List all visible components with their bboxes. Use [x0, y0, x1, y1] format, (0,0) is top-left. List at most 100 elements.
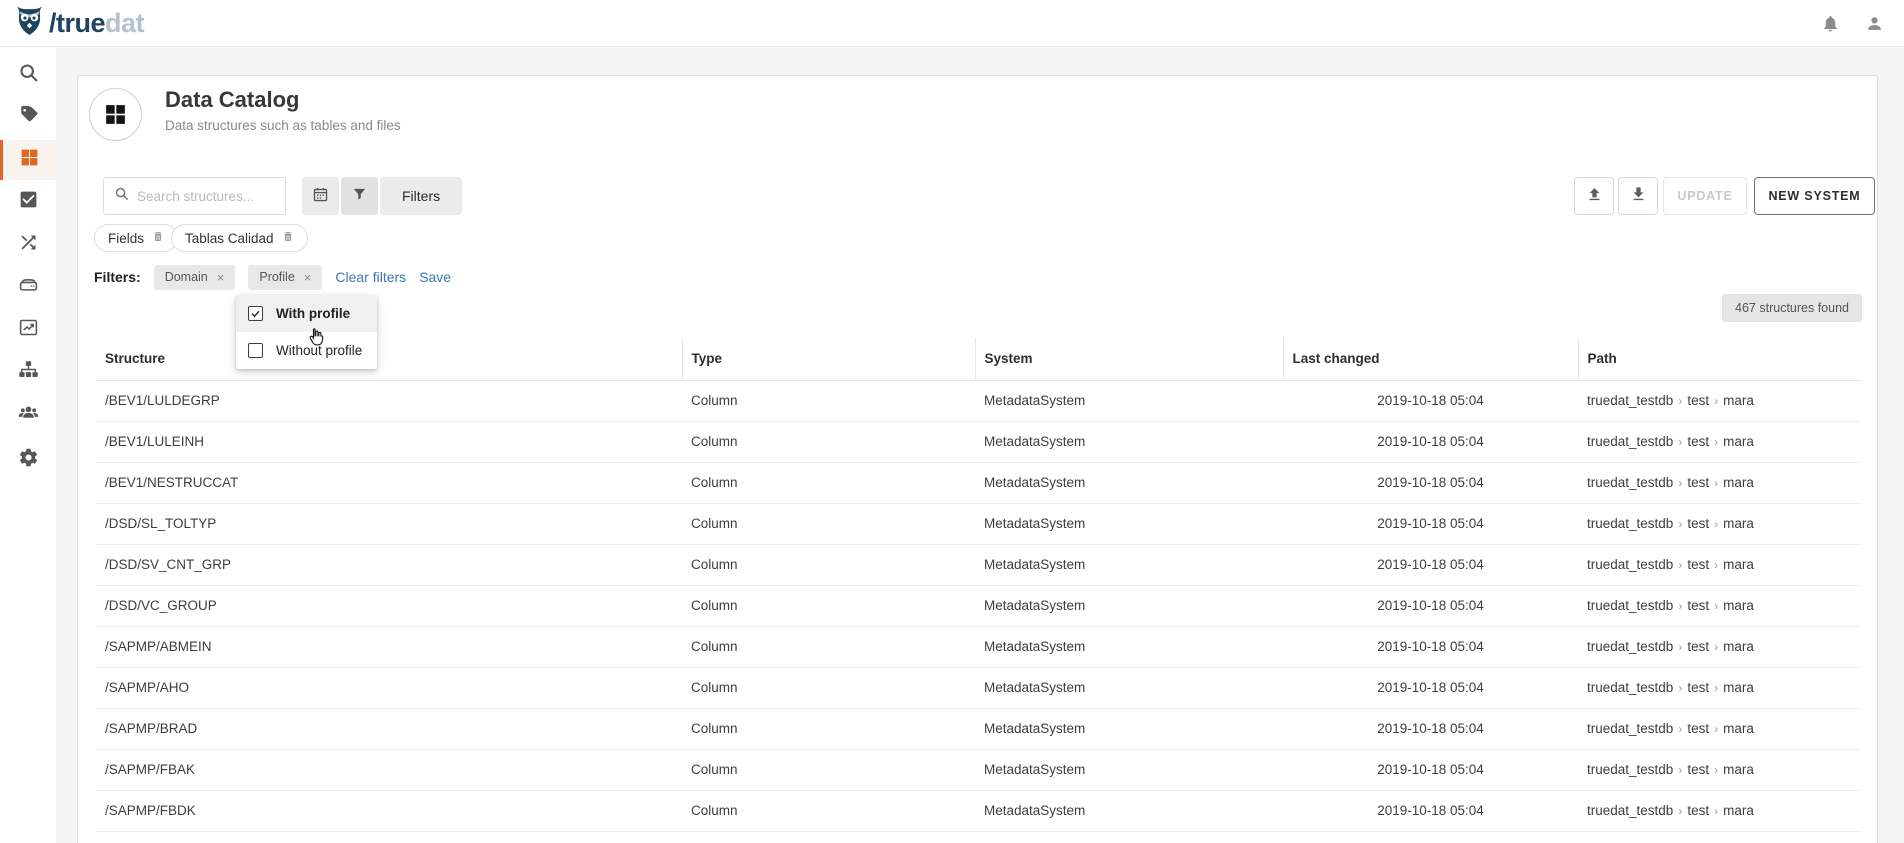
cell-path: truedat_testdb›test›mara [1578, 626, 1861, 667]
table-row[interactable]: /BEV1/NESTRUCCAT Column MetadataSystem 2… [96, 462, 1861, 503]
table-row[interactable]: /SAPMP/AHO Column MetadataSystem 2019-10… [96, 667, 1861, 708]
cell-path: truedat_testdb›test›mara [1578, 544, 1861, 585]
search-box [103, 177, 286, 215]
cell-structure: /SAPMP/BRAD [96, 708, 682, 749]
dropdown-option-without-profile[interactable]: Without profile [236, 332, 377, 369]
table-row[interactable]: /DSD/SV_CNT_GRP Column MetadataSystem 20… [96, 544, 1861, 585]
filter-funnel-button[interactable] [341, 177, 378, 215]
cell-path: truedat_testdb›test›mara [1578, 708, 1861, 749]
shuffle-icon [18, 232, 39, 258]
cell-last-changed: 2019-10-18 05:04 [1283, 380, 1578, 421]
cell-system: MetadataSystem [975, 790, 1283, 831]
tags-icon [18, 104, 39, 130]
user-icon[interactable] [1865, 14, 1884, 33]
cell-path: truedat_testdb›test›mara [1578, 421, 1861, 462]
chart-icon [18, 317, 39, 343]
upload-button[interactable] [1574, 177, 1614, 215]
cell-last-changed: 2019-10-18 05:04 [1283, 667, 1578, 708]
table-row[interactable]: /BEV1/LULDEGRP Column MetadataSystem 201… [96, 380, 1861, 421]
cell-path: truedat_testdb›test›mara [1578, 585, 1861, 626]
checkbox-checked-icon[interactable] [248, 306, 263, 321]
cell-last-changed: 2019-10-18 05:04 [1283, 421, 1578, 462]
dropdown-option-with-profile[interactable]: With profile [236, 295, 377, 332]
cell-path: truedat_testdb›test›mara [1578, 462, 1861, 503]
sidebar-item-users[interactable] [0, 395, 56, 435]
server-icon [18, 275, 39, 301]
sidebar-item-taxonomy[interactable] [0, 352, 56, 392]
cell-type: Column [682, 667, 975, 708]
sidebar-item-tags[interactable] [0, 97, 56, 137]
chip-label: Fields [108, 231, 144, 246]
table-row[interactable]: /SAPMP/BRAD Column MetadataSystem 2019-1… [96, 708, 1861, 749]
cell-structure: /SAPMP/ABMEIN [96, 626, 682, 667]
sidebar-item-search[interactable] [0, 55, 56, 95]
chip-label: Tablas Calidad [185, 231, 274, 246]
cell-system: MetadataSystem [975, 421, 1283, 462]
cell-last-changed: 2019-10-18 05:04 [1283, 790, 1578, 831]
table-row[interactable]: /DSD/VC_GROUP Column MetadataSystem 2019… [96, 585, 1861, 626]
cell-system: MetadataSystem [975, 503, 1283, 544]
profile-filter-dropdown: With profile Without profile [236, 295, 377, 369]
download-button[interactable] [1618, 177, 1658, 215]
sidebar-item-settings[interactable] [0, 440, 56, 480]
filter-chip-domain[interactable]: Domain × [154, 265, 236, 290]
trash-icon[interactable] [282, 230, 294, 246]
cell-type: Column [682, 749, 975, 790]
cell-structure: /SAPMP/FBAK [96, 749, 682, 790]
cell-last-changed: 2019-10-18 05:04 [1283, 462, 1578, 503]
table-row[interactable]: /SAPMP/FBAK Column MetadataSystem 2019-1… [96, 749, 1861, 790]
remove-filter-icon[interactable]: × [217, 270, 225, 285]
table-row[interactable]: /SAPMP/ABMEIN Column MetadataSystem 2019… [96, 626, 1861, 667]
cell-last-changed: 2019-10-18 05:04 [1283, 749, 1578, 790]
cell-path: truedat_testdb›test›mara [1578, 749, 1861, 790]
save-filters-link[interactable]: Save [419, 269, 451, 285]
column-header-last-changed: Last changed [1283, 338, 1578, 380]
funnel-icon [351, 186, 368, 206]
check-square-icon [18, 189, 39, 215]
cell-system: MetadataSystem [975, 544, 1283, 585]
checkbox-unchecked-icon[interactable] [248, 343, 263, 358]
cell-system: MetadataSystem [975, 626, 1283, 667]
sidebar-item-dashboards[interactable] [0, 310, 56, 350]
remove-filter-icon[interactable]: × [304, 270, 312, 285]
search-input[interactable] [137, 189, 275, 204]
calendar-icon [312, 186, 329, 206]
bell-icon[interactable] [1821, 14, 1840, 33]
saved-filter-chip-tablas-calidad[interactable]: Tablas Calidad [171, 224, 308, 252]
truedat-logo[interactable]: /truedat [13, 4, 144, 42]
column-header-type: Type [682, 338, 975, 380]
sidebar [0, 47, 56, 843]
table-row[interactable]: /BEV1/LULEINH Column MetadataSystem 2019… [96, 421, 1861, 462]
table-row[interactable]: /SAPMP/FBDK Column MetadataSystem 2019-1… [96, 790, 1861, 831]
cell-type: Column [682, 380, 975, 421]
filters-button[interactable]: Filters [380, 177, 462, 215]
cell-system: MetadataSystem [975, 585, 1283, 626]
results-count-badge: 467 structures found [1722, 294, 1862, 322]
clear-filters-link[interactable]: Clear filters [335, 269, 406, 285]
cell-type: Column [682, 708, 975, 749]
sidebar-item-shuffle[interactable] [0, 225, 56, 265]
data-catalog-card: Data Catalog Data structures such as tab… [77, 75, 1878, 843]
column-header-structure: Structure [96, 338, 682, 380]
download-icon [1630, 186, 1647, 206]
update-button[interactable]: UPDATE [1663, 177, 1747, 215]
table-row[interactable]: /DSD/SL_TOLTYP Column MetadataSystem 201… [96, 503, 1861, 544]
filter-chip-label: Profile [259, 270, 294, 284]
new-system-button[interactable]: NEW SYSTEM [1754, 177, 1875, 215]
column-header-path: Path [1578, 338, 1861, 380]
cell-type: Column [682, 421, 975, 462]
cell-structure: /BEV1/LULEINH [96, 421, 682, 462]
sidebar-item-quality[interactable] [0, 182, 56, 222]
trash-icon[interactable] [152, 230, 164, 246]
calendar-button[interactable] [302, 177, 339, 215]
filter-chip-profile[interactable]: Profile × [248, 265, 322, 290]
gear-icon [18, 447, 39, 473]
saved-filter-chip-fields[interactable]: Fields [94, 224, 178, 252]
topbar: /truedat [0, 0, 1904, 47]
owl-logo-icon [13, 4, 46, 42]
cell-type: Column [682, 544, 975, 585]
grid-icon [19, 147, 40, 173]
data-catalog-icon [89, 88, 142, 141]
sidebar-item-systems[interactable] [0, 268, 56, 308]
sidebar-item-data-catalog[interactable] [0, 140, 56, 180]
